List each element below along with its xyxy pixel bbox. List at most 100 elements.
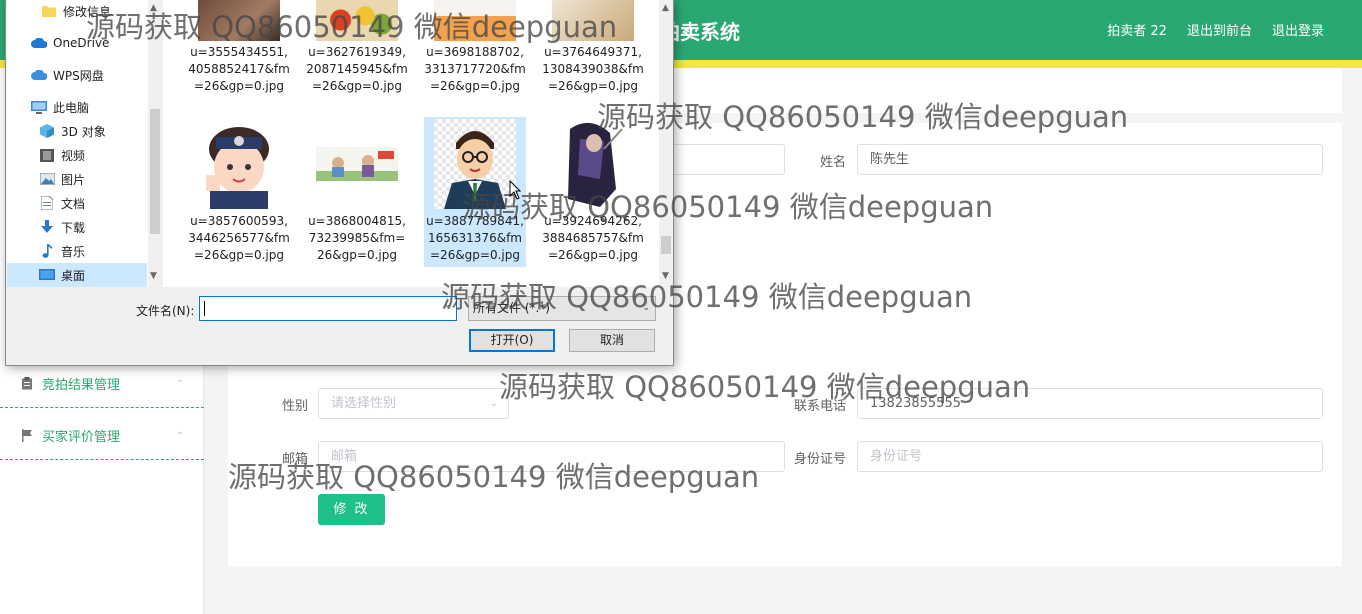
nav-item-label: 修改信息 — [63, 4, 112, 19]
chevron-down-icon: ⌄ — [175, 374, 184, 385]
flag-icon — [20, 429, 34, 443]
file-tile[interactable]: u=3764649371,1308439038&fm=26&gp=0.jpg — [542, 0, 644, 114]
nav-item-folder[interactable]: 修改信息 — [7, 0, 147, 23]
open-button[interactable]: 打开(O) — [469, 329, 555, 352]
nav-item-label: 3D 对象 — [61, 124, 106, 139]
nav-item-label: 文档 — [61, 196, 86, 211]
user-name-link[interactable]: 拍卖者 22 — [1107, 20, 1167, 39]
logout-link[interactable]: 退出登录 — [1272, 20, 1324, 39]
scroll-down-icon[interactable]: ▼ — [662, 271, 669, 281]
edit-button[interactable]: 修 改 — [318, 494, 385, 525]
clipboard-icon — [20, 377, 34, 391]
gender-label: 性别 — [281, 399, 308, 414]
gender-select[interactable]: 请选择性别 ⌄ — [318, 388, 509, 419]
chevron-down-icon: ⌄ — [489, 398, 498, 409]
image-thumbnail — [552, 0, 634, 41]
file-name: u=3627619349,2087145945&fm=26&gp=0.jpg — [306, 45, 408, 93]
nav-item-downloads[interactable]: 下载 — [7, 215, 147, 239]
name-label: 姓名 — [819, 155, 846, 170]
sidebar-item-buyer-reviews[interactable]: 买家评价管理 ⌄ — [0, 412, 204, 460]
filename-label: 文件名(N): — [136, 304, 195, 318]
name-field[interactable]: 陈先生 — [857, 144, 1323, 175]
top-nav: 拍卖者 22 退出到前台 退出登录 — [1107, 20, 1324, 39]
nav-item-label: OneDrive — [53, 36, 110, 50]
nav-item-label: 音乐 — [61, 244, 86, 259]
image-thumbnail — [316, 0, 398, 41]
file-tile[interactable]: u=3868004815,73239985&fm=26&gp=0.jpg — [306, 117, 408, 282]
folder-icon — [41, 4, 57, 18]
image-thumbnail — [198, 0, 280, 41]
scroll-up-icon[interactable]: ▲ — [662, 3, 669, 13]
file-name: u=3924694262,3884685757&fm=26&gp=0.jpg — [542, 214, 644, 262]
sidebar-item-auction-results[interactable]: 竞拍结果管理 ⌄ — [0, 360, 204, 408]
file-tile[interactable]: u=3627619349,2087145945&fm=26&gp=0.jpg — [306, 0, 408, 114]
cube-icon — [39, 124, 55, 138]
chevron-down-icon[interactable]: ⌄ — [443, 300, 451, 310]
back-to-frontend-link[interactable]: 退出到前台 — [1187, 20, 1252, 39]
email-field[interactable]: 邮箱 — [318, 441, 785, 472]
desktop-icon — [39, 268, 55, 282]
file-tile[interactable]: u=3698188702,3313717720&fm=26&gp=0.jpg — [424, 0, 526, 114]
chevron-down-icon: ⌄ — [642, 303, 650, 313]
phone-field[interactable]: 13823855555 — [857, 388, 1323, 419]
nav-item-documents[interactable]: 文档 — [7, 191, 147, 215]
cancel-button[interactable]: 取消 — [569, 329, 655, 352]
file-name: u=3698188702,3313717720&fm=26&gp=0.jpg — [424, 45, 526, 93]
nav-item-3d-objects[interactable]: 3D 对象 — [7, 119, 147, 143]
nav-item-label: 下载 — [61, 220, 86, 235]
filename-input[interactable]: ⌄ — [199, 296, 457, 321]
sidebar-item-label: 买家评价管理 — [42, 430, 121, 445]
file-list-pane: u=3555434551,4058852417&fm=26&gp=0.jpg u… — [163, 0, 673, 287]
image-thumbnail — [560, 119, 626, 209]
cloud-icon — [31, 36, 47, 50]
nav-item-label: 图片 — [61, 172, 86, 187]
nav-item-desktop[interactable]: 桌面 — [7, 263, 147, 287]
nav-item-label: 视频 — [61, 148, 86, 163]
cloud-icon — [31, 68, 47, 82]
nav-item-music[interactable]: 音乐 — [7, 239, 147, 263]
file-name: u=3764649371,1308439038&fm=26&gp=0.jpg — [542, 45, 644, 93]
gender-placeholder: 请选择性别 — [331, 396, 397, 411]
nav-item-this-pc[interactable]: 此电脑 — [7, 95, 147, 119]
idcard-field[interactable]: 身份证号 — [857, 441, 1323, 472]
text-caret — [204, 301, 205, 316]
nav-item-pictures[interactable]: 图片 — [7, 167, 147, 191]
navigation-pane: 修改信息 OneDrive WPS网盘 此电脑 3D 对象 视频 图片 文档 下… — [7, 0, 162, 287]
scroll-thumb[interactable] — [661, 236, 671, 254]
email-label: 邮箱 — [281, 452, 308, 467]
file-tile[interactable]: u=3857600593,3446256577&fm=26&gp=0.jpg — [188, 117, 290, 282]
image-thumbnail — [316, 147, 398, 181]
account-field[interactable] — [672, 144, 785, 175]
chevron-down-icon: ⌄ — [175, 426, 184, 437]
file-name: u=3857600593,3446256577&fm=26&gp=0.jpg — [188, 214, 290, 262]
download-icon — [39, 220, 55, 234]
nav-scrollbar[interactable]: ▲ ▼ — [148, 0, 162, 287]
nav-item-label: WPS网盘 — [53, 68, 104, 83]
scroll-up-icon[interactable]: ▲ — [150, 3, 157, 13]
nav-item-onedrive[interactable]: OneDrive — [7, 31, 147, 55]
file-tile[interactable]: u=3555434551,4058852417&fm=26&gp=0.jpg — [188, 0, 290, 114]
document-icon — [39, 196, 55, 210]
nav-item-videos[interactable]: 视频 — [7, 143, 147, 167]
file-tile[interactable]: u=3924694262,3884685757&fm=26&gp=0.jpg — [542, 117, 644, 282]
nav-item-wps[interactable]: WPS网盘 — [7, 63, 147, 87]
filetype-select[interactable]: 所有文件 (*.*) ⌄ — [468, 296, 656, 321]
music-icon — [39, 244, 55, 258]
file-name: u=3868004815,73239985&fm=26&gp=0.jpg — [308, 214, 406, 262]
nav-item-label: 此电脑 — [53, 100, 90, 115]
video-icon — [39, 148, 55, 162]
sidebar-item-label: 竞拍结果管理 — [42, 378, 121, 393]
file-name: u=3555434551,4058852417&fm=26&gp=0.jpg — [188, 45, 290, 93]
scroll-thumb[interactable] — [150, 109, 160, 234]
image-thumbnail — [198, 119, 280, 209]
nav-item-label: 桌面 — [61, 268, 86, 283]
image-thumbnail — [434, 0, 516, 41]
computer-icon — [31, 100, 47, 114]
scroll-down-icon[interactable]: ▼ — [150, 271, 157, 281]
idcard-label: 身份证号 — [793, 452, 846, 467]
picture-icon — [39, 172, 55, 186]
filetype-value: 所有文件 (*.*) — [473, 301, 550, 315]
mouse-cursor-icon — [509, 180, 521, 200]
file-scrollbar[interactable]: ▲ ▼ — [659, 0, 673, 287]
file-open-dialog: 修改信息 OneDrive WPS网盘 此电脑 3D 对象 视频 图片 文档 下… — [5, 0, 674, 366]
